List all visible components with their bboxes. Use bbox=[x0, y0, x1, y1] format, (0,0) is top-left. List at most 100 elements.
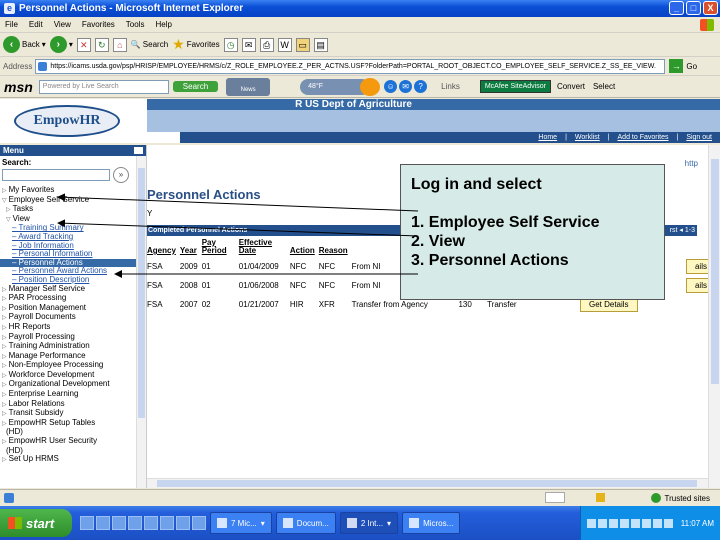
col-agency[interactable]: Agency bbox=[147, 239, 180, 257]
taskbar-label: 7 Mic... bbox=[231, 518, 257, 528]
table-pager[interactable]: rst ◂ 1-3 bbox=[670, 225, 695, 236]
sidebar-item-label: Workforce Development bbox=[8, 369, 95, 379]
main-vertical-scrollbar[interactable] bbox=[708, 145, 720, 488]
col-effective-date[interactable]: Effective Date bbox=[239, 239, 290, 257]
history-icon[interactable]: ◷ bbox=[223, 37, 238, 52]
quick-launch-icon[interactable] bbox=[144, 516, 158, 530]
page-done-icon bbox=[4, 493, 14, 503]
nav-worklist[interactable]: Worklist bbox=[575, 134, 600, 141]
help-icon[interactable]: ? bbox=[414, 80, 428, 93]
start-label: start bbox=[26, 515, 55, 531]
refresh-icon[interactable]: ↻ bbox=[94, 37, 109, 52]
tray-icon[interactable] bbox=[619, 518, 629, 528]
quick-launch-icon[interactable] bbox=[80, 516, 94, 530]
taskbar-button-mic[interactable]: 7 Mic... ▾ bbox=[210, 512, 272, 534]
research-icon[interactable]: ▤ bbox=[313, 37, 328, 52]
address-input[interactable]: https://icams.usda.gov/psp/HRISP/EMPLOYE… bbox=[35, 58, 666, 74]
callout-step-1: 1. Employee Self Service bbox=[411, 214, 600, 231]
msn-logo[interactable]: msn bbox=[4, 79, 33, 95]
weather-button[interactable]: 48°F bbox=[300, 77, 381, 96]
go-label[interactable]: Go bbox=[686, 62, 697, 71]
mail-msn-icon[interactable]: ✉ bbox=[399, 80, 413, 93]
quick-launch-icon[interactable] bbox=[176, 516, 190, 530]
sidebar-item-set-up-hrms[interactable]: ▷ Set Up HRMS bbox=[0, 454, 146, 465]
links-label[interactable]: Links bbox=[441, 82, 460, 91]
nav-home[interactable]: Home bbox=[538, 134, 557, 141]
search-button[interactable]: 🔍 Search bbox=[131, 40, 168, 49]
col-pay-period[interactable]: Pay Period bbox=[202, 239, 239, 257]
tray-icon[interactable] bbox=[608, 518, 618, 528]
col-year[interactable]: Year bbox=[180, 239, 202, 257]
toolbar: ‹ Back ▾ › ▾ ✕ ↻ ⌂ 🔍 Search ★ Favorites … bbox=[0, 33, 720, 57]
taskbar-button-docum[interactable]: Docum... bbox=[275, 512, 336, 534]
back-button[interactable]: ‹ Back ▾ bbox=[3, 36, 46, 53]
forward-button[interactable]: › ▾ bbox=[49, 36, 73, 53]
expand-icon: ▷ bbox=[2, 457, 7, 464]
main-scroll-thumb[interactable] bbox=[711, 159, 719, 384]
menu-edit[interactable]: Edit bbox=[29, 20, 43, 29]
edit-icon[interactable]: W bbox=[277, 37, 292, 52]
security-zone: Trusted sites bbox=[650, 493, 710, 503]
tray-icon[interactable] bbox=[630, 518, 640, 528]
menu-tools[interactable]: Tools bbox=[126, 20, 145, 29]
maximize-button[interactable]: □ bbox=[686, 1, 701, 15]
callout-step-2: 2. View bbox=[411, 233, 465, 250]
news-button[interactable]: News bbox=[226, 77, 271, 96]
mcafee-siteadvisor-button[interactable]: McAfee SiteAdvisor bbox=[479, 80, 551, 93]
msn-search-button[interactable]: Search bbox=[172, 81, 219, 92]
messenger-icon[interactable]: ☺ bbox=[384, 80, 398, 93]
stop-icon[interactable]: ✕ bbox=[76, 37, 91, 52]
sidebar-item-label: Training Administration bbox=[8, 341, 90, 351]
main-horizontal-scrollbar[interactable] bbox=[147, 478, 708, 488]
page-banner: EmpowHR R US Dept of Agriculture Home | … bbox=[0, 99, 720, 143]
sidebar-search-go-button[interactable]: » bbox=[113, 167, 129, 183]
quick-launch-icon[interactable] bbox=[160, 516, 174, 530]
table-cell: FSA bbox=[147, 281, 163, 290]
convert-button[interactable]: Convert bbox=[557, 82, 585, 91]
expand-icon: ▷ bbox=[2, 334, 7, 341]
close-button[interactable]: X bbox=[703, 1, 718, 15]
home-icon[interactable]: ⌂ bbox=[112, 37, 127, 52]
expand-icon: ▷ bbox=[2, 324, 7, 331]
menu-help[interactable]: Help bbox=[155, 20, 171, 29]
main-hscroll-thumb[interactable] bbox=[157, 480, 697, 487]
go-arrow-icon[interactable]: → bbox=[669, 59, 684, 73]
col-reason[interactable]: Reason bbox=[319, 239, 352, 257]
tray-icon[interactable] bbox=[586, 518, 596, 528]
sidebar-scroll-thumb[interactable] bbox=[138, 168, 145, 418]
msn-search-input[interactable]: Powered by Live Search bbox=[38, 79, 169, 94]
menu-favorites[interactable]: Favorites bbox=[82, 20, 115, 29]
tray-icon[interactable] bbox=[663, 518, 673, 528]
print-page-icon[interactable]: http bbox=[685, 159, 698, 168]
col-action[interactable]: Action bbox=[290, 239, 319, 257]
taskbar-button-ie[interactable]: 2 Int... ▾ bbox=[339, 512, 399, 534]
callout-step-3: 3. Personnel Actions bbox=[411, 252, 569, 269]
sidebar-item-label: Payroll Documents bbox=[8, 312, 76, 322]
sidebar-search-input[interactable] bbox=[2, 169, 110, 181]
nav-add-to-favorites[interactable]: Add to Favorites bbox=[618, 134, 669, 141]
quick-launch-icon[interactable] bbox=[112, 516, 126, 530]
favorites-star-icon: ★ bbox=[172, 36, 185, 52]
tray-icon[interactable] bbox=[597, 518, 607, 528]
minimize-button[interactable]: _ bbox=[669, 1, 684, 15]
taskbar-button-micros[interactable]: Micros... bbox=[402, 512, 461, 534]
mail-icon[interactable]: ✉ bbox=[241, 37, 256, 52]
folder-icon[interactable]: ▭ bbox=[295, 37, 310, 52]
menu-view[interactable]: View bbox=[54, 20, 71, 29]
favorites-button[interactable]: ★ Favorites bbox=[172, 36, 219, 53]
sidebar-scrollbar[interactable] bbox=[136, 156, 146, 488]
menu-file[interactable]: File bbox=[5, 20, 18, 29]
tray-icon[interactable] bbox=[652, 518, 662, 528]
quick-launch-icon[interactable] bbox=[128, 516, 142, 530]
collapse-menu-button[interactable] bbox=[134, 147, 143, 154]
start-button[interactable]: start bbox=[0, 509, 72, 537]
quick-launch-icon[interactable] bbox=[96, 516, 110, 530]
quick-launch-icon[interactable] bbox=[192, 516, 206, 530]
ie-icon: e bbox=[4, 3, 15, 14]
tray-icon[interactable] bbox=[641, 518, 651, 528]
select-button[interactable]: Select bbox=[593, 82, 615, 91]
menu-bar: File Edit View Favorites Tools Help bbox=[0, 17, 720, 33]
windows-taskbar: start 7 Mic... ▾ Docum... 2 Int... ▾ Mic… bbox=[0, 506, 720, 540]
print-icon[interactable]: ⎙ bbox=[259, 37, 274, 52]
nav-sign-out[interactable]: Sign out bbox=[686, 134, 712, 141]
